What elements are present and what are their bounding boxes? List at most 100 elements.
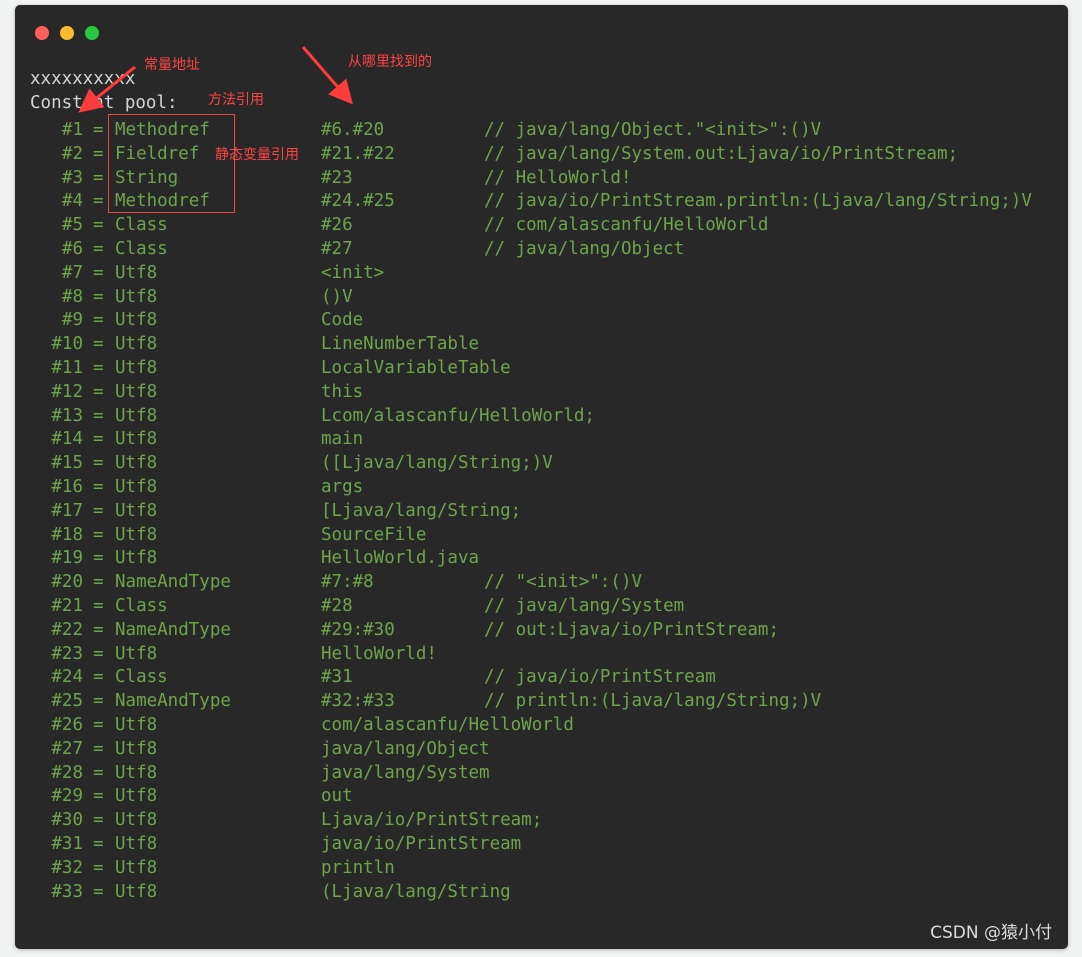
row-index: #21 [51, 596, 83, 616]
table-row: #13 = Utf8 Lcom/alascanfu/HelloWorld; [15, 404, 1068, 428]
row-index: #4 [61, 191, 83, 212]
row-index: #1 [61, 120, 83, 140]
row-tag: Class [115, 596, 168, 616]
row-tag: Utf8 [115, 881, 158, 902]
row-index: #15 [51, 453, 83, 474]
row-index: #28 [51, 762, 83, 783]
row-value: HelloWorld! [321, 643, 437, 664]
row-equals: = [93, 143, 104, 164]
row-comment: // java/lang/Object."<init>":()V [484, 120, 822, 140]
table-row: #33 = Utf8 (Ljava/lang/String [15, 880, 1068, 904]
table-row: #21 = Class #28 // java/lang/System [15, 594, 1068, 618]
row-index: #10 [51, 334, 83, 355]
terminal-line-command: xxxxxxxxxx [30, 69, 136, 89]
row-value: java/lang/System [321, 762, 490, 783]
row-value: #27 [321, 239, 353, 259]
row-index: #12 [51, 381, 83, 402]
row-equals: = [93, 262, 104, 283]
table-row: #5 = Class #26 // com/alascanfu/HelloWorld [15, 213, 1068, 237]
row-index: #9 [61, 310, 83, 331]
table-row: #28 = Utf8 java/lang/System [15, 761, 1068, 785]
constant-pool-heading: Constant pool: [30, 93, 178, 113]
row-value: [Ljava/lang/String; [321, 500, 522, 521]
row-tag: Utf8 [115, 738, 158, 759]
table-row: #16 = Utf8 args [15, 475, 1068, 499]
row-tag: Utf8 [115, 786, 158, 807]
row-index: #30 [51, 810, 83, 831]
row-index: #26 [51, 715, 83, 735]
row-tag: Class [115, 239, 168, 259]
row-value: SourceFile [321, 524, 427, 545]
row-value: #28 [321, 596, 353, 616]
row-tag: Utf8 [115, 762, 158, 783]
row-equals: = [93, 667, 104, 688]
table-row: #23 = Utf8 HelloWorld! [15, 642, 1068, 666]
row-index: #24 [51, 667, 83, 688]
row-equals: = [93, 215, 104, 236]
table-row: #10 = Utf8 LineNumberTable [15, 332, 1068, 356]
row-comment: // java/lang/System.out:Ljava/io/PrintSt… [484, 143, 959, 164]
row-tag: Utf8 [115, 810, 158, 831]
row-value: Lcom/alascanfu/HelloWorld; [321, 405, 595, 426]
row-value: #24.#25 [321, 191, 395, 212]
row-equals: = [93, 762, 104, 783]
row-value: args [321, 477, 364, 497]
minimize-window-button[interactable] [60, 26, 74, 40]
row-tag: Utf8 [115, 643, 158, 664]
row-index: #23 [51, 643, 83, 664]
row-equals: = [93, 810, 104, 831]
row-index: #25 [51, 691, 83, 712]
row-comment: // java/lang/Object [484, 239, 685, 259]
row-index: #2 [61, 143, 83, 164]
row-index: #5 [61, 215, 83, 236]
row-equals: = [93, 691, 104, 712]
arrow-where-found [301, 46, 353, 105]
row-value: HelloWorld.java [321, 548, 480, 569]
row-equals: = [93, 429, 104, 450]
row-value: #21.#22 [321, 143, 395, 164]
row-tag: NameAndType [115, 691, 231, 712]
table-row: #22 = NameAndType #29:#30 // out:Ljava/io/Pr… [15, 618, 1068, 642]
row-tag: Utf8 [115, 715, 158, 735]
maximize-window-button[interactable] [85, 26, 99, 40]
row-tag: Class [115, 667, 168, 688]
row-comment: // com/alascanfu/HelloWorld [484, 215, 769, 236]
row-equals: = [93, 786, 104, 807]
row-tag: Utf8 [115, 477, 158, 497]
row-equals: = [93, 477, 104, 497]
terminal-window: xxxxxxxxxx Constant pool: #1 = Methodref #6… [15, 5, 1068, 949]
row-index: #19 [51, 548, 83, 569]
table-row: #19 = Utf8 HelloWorld.java [15, 546, 1068, 570]
row-value: #6.#20 [321, 120, 385, 140]
row-tag: Utf8 [115, 286, 158, 307]
table-row: #24 = Class #31 // java/io/PrintStream [15, 665, 1068, 689]
row-tag: Utf8 [115, 834, 158, 854]
row-tag: Utf8 [115, 524, 158, 545]
table-row: #6 = Class #27 // java/lang/Object [15, 237, 1068, 261]
row-tag: Utf8 [115, 857, 158, 878]
row-value: main [321, 429, 364, 450]
row-index: #18 [51, 524, 83, 545]
row-index: #7 [61, 262, 83, 283]
table-row: #11 = Utf8 LocalVariableTable [15, 356, 1068, 380]
row-index: #22 [51, 619, 83, 640]
row-index: #3 [61, 167, 83, 188]
row-index: #8 [61, 286, 83, 307]
row-index: #14 [51, 429, 83, 450]
row-index: #33 [51, 881, 83, 902]
close-window-button[interactable] [35, 26, 49, 40]
row-comment: // out:Ljava/io/PrintStream; [484, 619, 780, 640]
table-row: #29 = Utf8 out [15, 784, 1068, 808]
watermark: CSDN @猿小付 [930, 923, 1052, 943]
row-comment: // HelloWorld! [484, 167, 632, 188]
row-tag: Utf8 [115, 334, 158, 355]
row-equals: = [93, 834, 104, 854]
row-index: #32 [51, 857, 83, 878]
row-value: #23 [321, 167, 353, 188]
row-equals: = [93, 500, 104, 521]
row-comment: // java/io/PrintStream [484, 667, 716, 688]
row-equals: = [93, 381, 104, 402]
row-equals: = [93, 738, 104, 759]
row-value: #32:#33 [321, 691, 395, 712]
row-tag: Utf8 [115, 262, 158, 283]
